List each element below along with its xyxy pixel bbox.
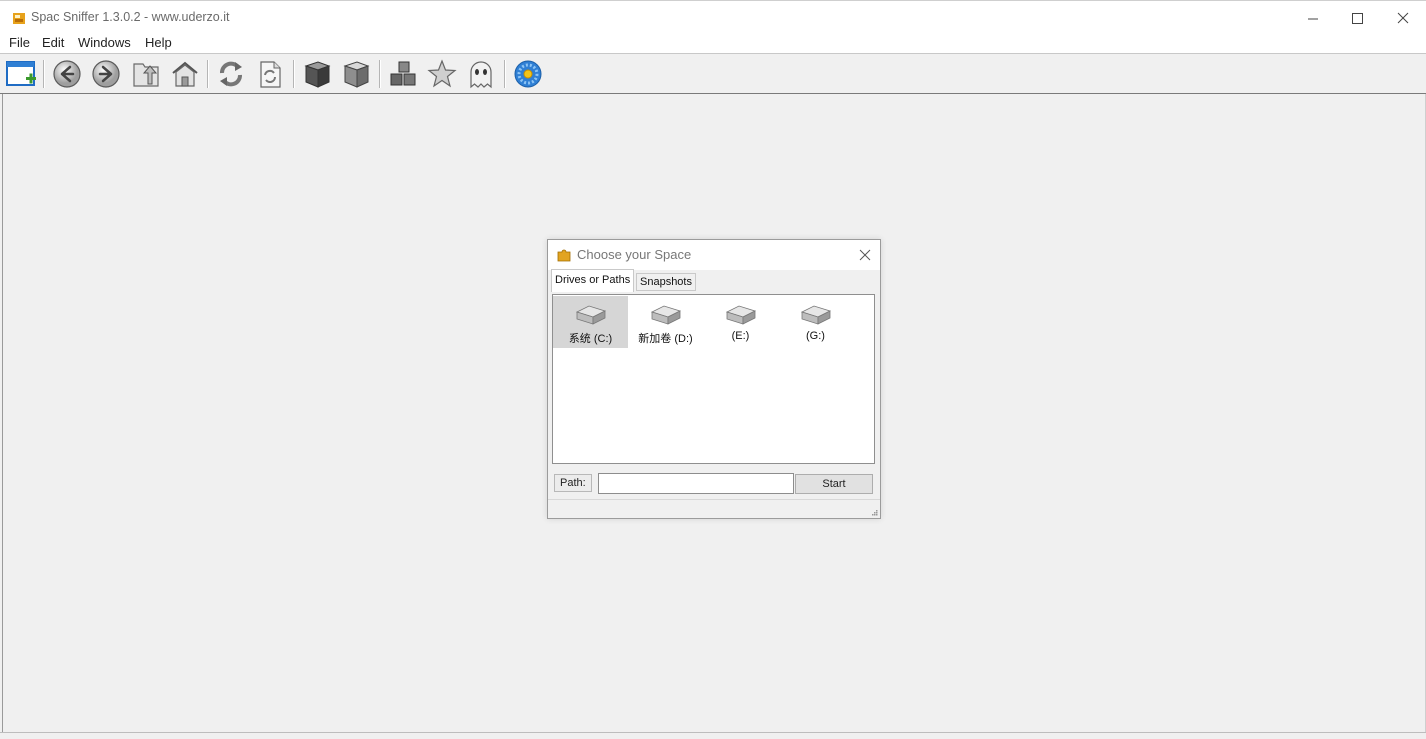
start-button[interactable]: Start: [795, 474, 873, 494]
new-window-icon: [6, 61, 36, 86]
menu-help[interactable]: Help: [145, 35, 172, 50]
hard-drive-icon: [800, 305, 831, 325]
workspace-left-border: [2, 94, 3, 732]
window-title: Spac Sniffer 1.3.0.2 - www.uderzo.it: [31, 10, 230, 24]
up-folder-button[interactable]: [129, 58, 163, 90]
dialog-status-bar: [548, 499, 880, 500]
drive-label: (G:): [806, 330, 825, 342]
path-input[interactable]: [598, 473, 794, 494]
cube-light-icon: [343, 61, 370, 88]
minimize-button[interactable]: [1290, 1, 1336, 35]
hard-drive-icon: [650, 305, 681, 325]
dialog-title: Choose your Space: [577, 247, 692, 262]
maximize-icon: [1351, 12, 1363, 24]
maximize-button[interactable]: [1334, 1, 1380, 35]
cube-dark-icon: [304, 61, 331, 88]
gear-flower-icon: [514, 60, 542, 88]
drive-item-d[interactable]: 新加卷 (D:): [628, 296, 703, 348]
drive-item-e[interactable]: (E:): [703, 296, 778, 348]
menu-bar: File Edit Windows Help: [0, 34, 1426, 54]
cube-dark-button[interactable]: [300, 58, 334, 90]
hard-drive-icon: [575, 305, 606, 325]
refresh-document-icon: [260, 61, 281, 88]
app-logo-icon: [13, 13, 25, 24]
close-button[interactable]: [1380, 1, 1426, 35]
drive-label: 系统 (C:): [568, 333, 613, 345]
forward-arrow-icon: [92, 60, 120, 88]
menu-file[interactable]: File: [9, 35, 30, 50]
settings-button[interactable]: [511, 58, 545, 90]
ghost-icon: [470, 61, 492, 89]
resize-grip-icon[interactable]: [870, 508, 878, 516]
toolbar-separator: [504, 60, 506, 88]
workspace-bottom-border: [0, 732, 1426, 733]
up-folder-icon: [133, 63, 159, 87]
title-bar: Spac Sniffer 1.3.0.2 - www.uderzo.it: [0, 0, 1426, 35]
choose-space-dialog: Choose your Space Drives or Paths Snapsh…: [547, 239, 881, 519]
home-button[interactable]: [168, 58, 202, 90]
puzzle-icon: [557, 249, 571, 262]
refresh-button[interactable]: [214, 58, 248, 90]
refresh-icon: [220, 61, 242, 87]
tab-snapshots[interactable]: Snapshots: [636, 273, 696, 291]
hard-drive-icon: [725, 305, 756, 325]
menu-edit[interactable]: Edit: [42, 35, 64, 50]
home-icon: [172, 61, 198, 87]
back-button[interactable]: [50, 58, 84, 90]
ghost-button[interactable]: [464, 58, 498, 90]
refresh-document-button[interactable]: [253, 58, 287, 90]
minimize-icon: [1307, 18, 1318, 19]
dialog-title-bar: Choose your Space: [548, 240, 880, 270]
tab-drives-or-paths[interactable]: Drives or Paths: [551, 269, 635, 292]
cubes-button[interactable]: [386, 58, 420, 90]
cubes-icon: [390, 61, 416, 86]
toolbar-separator: [43, 60, 45, 88]
back-arrow-icon: [53, 60, 81, 88]
toolbar-separator: [379, 60, 381, 88]
dialog-close-icon[interactable]: [856, 246, 874, 264]
path-label: Path:: [554, 474, 592, 492]
cube-light-button[interactable]: [339, 58, 373, 90]
drive-label: (E:): [731, 330, 750, 342]
favorites-button[interactable]: [425, 58, 459, 90]
new-window-button[interactable]: [4, 58, 38, 90]
drives-list: 系统 (C:) 新加卷 (D:) (E:) (G:): [552, 294, 875, 464]
forward-button[interactable]: [89, 58, 123, 90]
close-icon: [1397, 12, 1409, 24]
toolbar: [0, 54, 1426, 94]
star-icon: [427, 59, 457, 88]
toolbar-separator: [207, 60, 209, 88]
toolbar-separator: [293, 60, 295, 88]
menu-windows[interactable]: Windows: [78, 35, 131, 50]
drive-item-c[interactable]: 系统 (C:): [553, 296, 628, 348]
drive-item-g[interactable]: (G:): [778, 296, 853, 348]
drive-label: 新加卷 (D:): [638, 333, 693, 345]
